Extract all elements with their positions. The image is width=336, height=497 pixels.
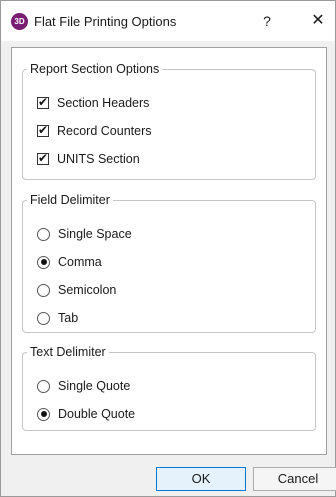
checkbox-label: UNITS Section bbox=[57, 152, 140, 166]
help-button[interactable]: ? bbox=[253, 9, 281, 33]
report-section-options-group: Report Section Options Section Headers R… bbox=[22, 62, 316, 180]
field-delimiter-legend: Field Delimiter bbox=[30, 193, 110, 207]
ok-button[interactable]: OK bbox=[156, 467, 246, 491]
radio-label: Semicolon bbox=[58, 283, 117, 297]
radio-label: Single Space bbox=[58, 227, 132, 241]
checkbox-label: Record Counters bbox=[57, 124, 152, 138]
radio-selected-icon bbox=[37, 255, 50, 269]
checkbox-checked-icon bbox=[37, 95, 49, 109]
text-delimiter-group: Text Delimiter Single Quote Double Quote bbox=[22, 345, 316, 431]
checkbox-checked-icon bbox=[37, 151, 49, 165]
text-delimiter-legend: Text Delimiter bbox=[30, 345, 106, 359]
app-3d-icon: 3D bbox=[11, 13, 28, 30]
comma-radio[interactable]: Comma bbox=[37, 253, 102, 271]
double-quote-radio[interactable]: Double Quote bbox=[37, 405, 135, 423]
single-space-radio[interactable]: Single Space bbox=[37, 225, 132, 243]
radio-label: Comma bbox=[58, 255, 102, 269]
dialog-content: Report Section Options Section Headers R… bbox=[11, 47, 327, 455]
record-counters-checkbox[interactable]: Record Counters bbox=[37, 122, 152, 140]
radio-label: Single Quote bbox=[58, 379, 131, 393]
checkbox-checked-icon bbox=[37, 123, 49, 137]
close-icon[interactable]: ✕ bbox=[303, 9, 333, 33]
title-bar: 3D Flat File Printing Options ? ✕ bbox=[1, 1, 335, 41]
radio-icon bbox=[37, 227, 50, 241]
cancel-button[interactable]: Cancel bbox=[253, 467, 336, 491]
radio-icon bbox=[37, 311, 50, 325]
radio-selected-icon bbox=[37, 407, 50, 421]
semicolon-radio[interactable]: Semicolon bbox=[37, 281, 116, 299]
radio-icon bbox=[37, 283, 50, 297]
report-section-options-legend: Report Section Options bbox=[30, 62, 160, 76]
units-section-checkbox[interactable]: UNITS Section bbox=[37, 150, 140, 168]
field-delimiter-group: Field Delimiter Single Space Comma Semic… bbox=[22, 193, 316, 333]
section-headers-checkbox[interactable]: Section Headers bbox=[37, 94, 149, 112]
dialog-window: 3D Flat File Printing Options ? ✕ Report… bbox=[0, 0, 336, 497]
radio-label: Double Quote bbox=[58, 407, 136, 421]
tab-radio[interactable]: Tab bbox=[37, 309, 78, 327]
radio-label: Tab bbox=[58, 311, 79, 325]
single-quote-radio[interactable]: Single Quote bbox=[37, 377, 130, 395]
radio-icon bbox=[37, 379, 50, 393]
window-title: Flat File Printing Options bbox=[34, 14, 177, 29]
checkbox-label: Section Headers bbox=[57, 96, 150, 110]
